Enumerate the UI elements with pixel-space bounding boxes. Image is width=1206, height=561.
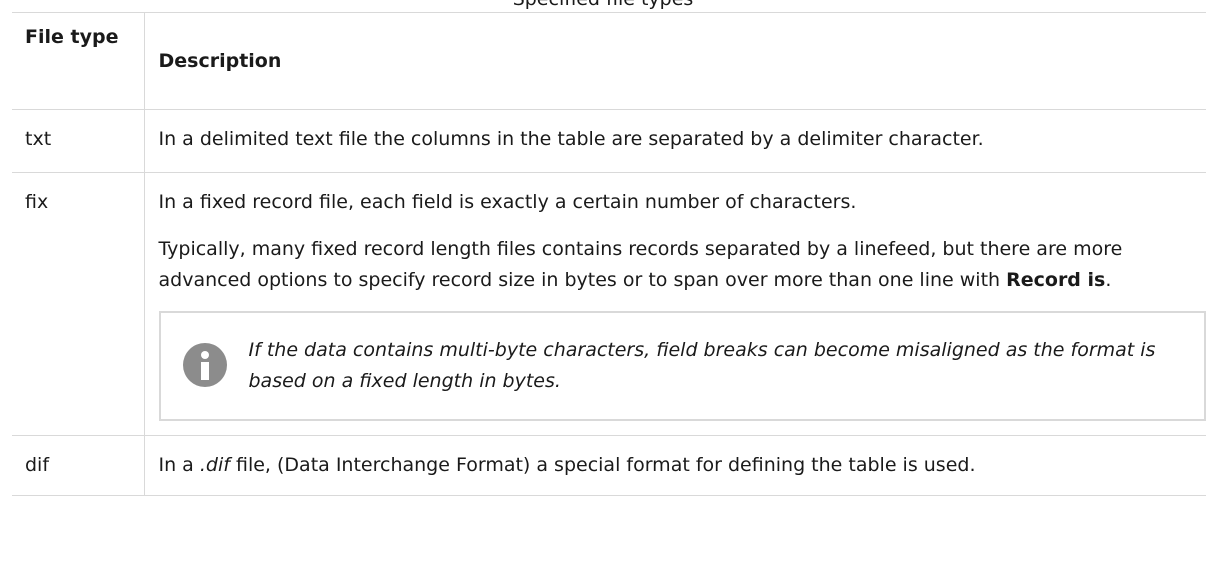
file-type-cell: fix [12, 172, 145, 436]
header-file-type: File type [12, 12, 145, 110]
file-type-cell: txt [12, 109, 145, 173]
description-cell: In a delimited text file the columns in … [144, 109, 1206, 173]
record-is-term: Record is [1006, 269, 1106, 291]
description-cell: In a .dif file, (Data Interchange Format… [144, 435, 1206, 496]
paragraph-text-end: . [1105, 269, 1112, 291]
note-text: If the data contains multi-byte characte… [248, 339, 1156, 392]
description-text-end: file, (Data Interchange Format) a specia… [229, 454, 976, 476]
table-row: fix In a fixed record file, each field i… [12, 172, 1206, 436]
file-types-table: File type Description txt In a delimited… [12, 12, 1206, 496]
file-type-cell: dif [12, 435, 145, 496]
description-cell: In a fixed record file, each field is ex… [144, 172, 1206, 436]
description-paragraph: Typically, many fixed record length file… [159, 234, 1193, 296]
table-caption: Specified file types [0, 0, 1206, 11]
info-icon [182, 343, 227, 387]
document-page: Specified file types File type Descripti… [0, 0, 1206, 561]
header-description: Description [144, 12, 1206, 110]
dif-extension: .dif [199, 454, 230, 476]
paragraph-text: Typically, many fixed record length file… [158, 238, 1123, 291]
table-row: txt In a delimited text file the columns… [12, 109, 1206, 173]
note-box: If the data contains multi-byte characte… [158, 311, 1206, 421]
description-paragraph: In a fixed record file, each field is ex… [158, 191, 857, 213]
table-row: dif In a .dif file, (Data Interchange Fo… [12, 435, 1206, 496]
table-header-row: File type Description [12, 12, 1206, 110]
description-text: In a [158, 454, 200, 476]
